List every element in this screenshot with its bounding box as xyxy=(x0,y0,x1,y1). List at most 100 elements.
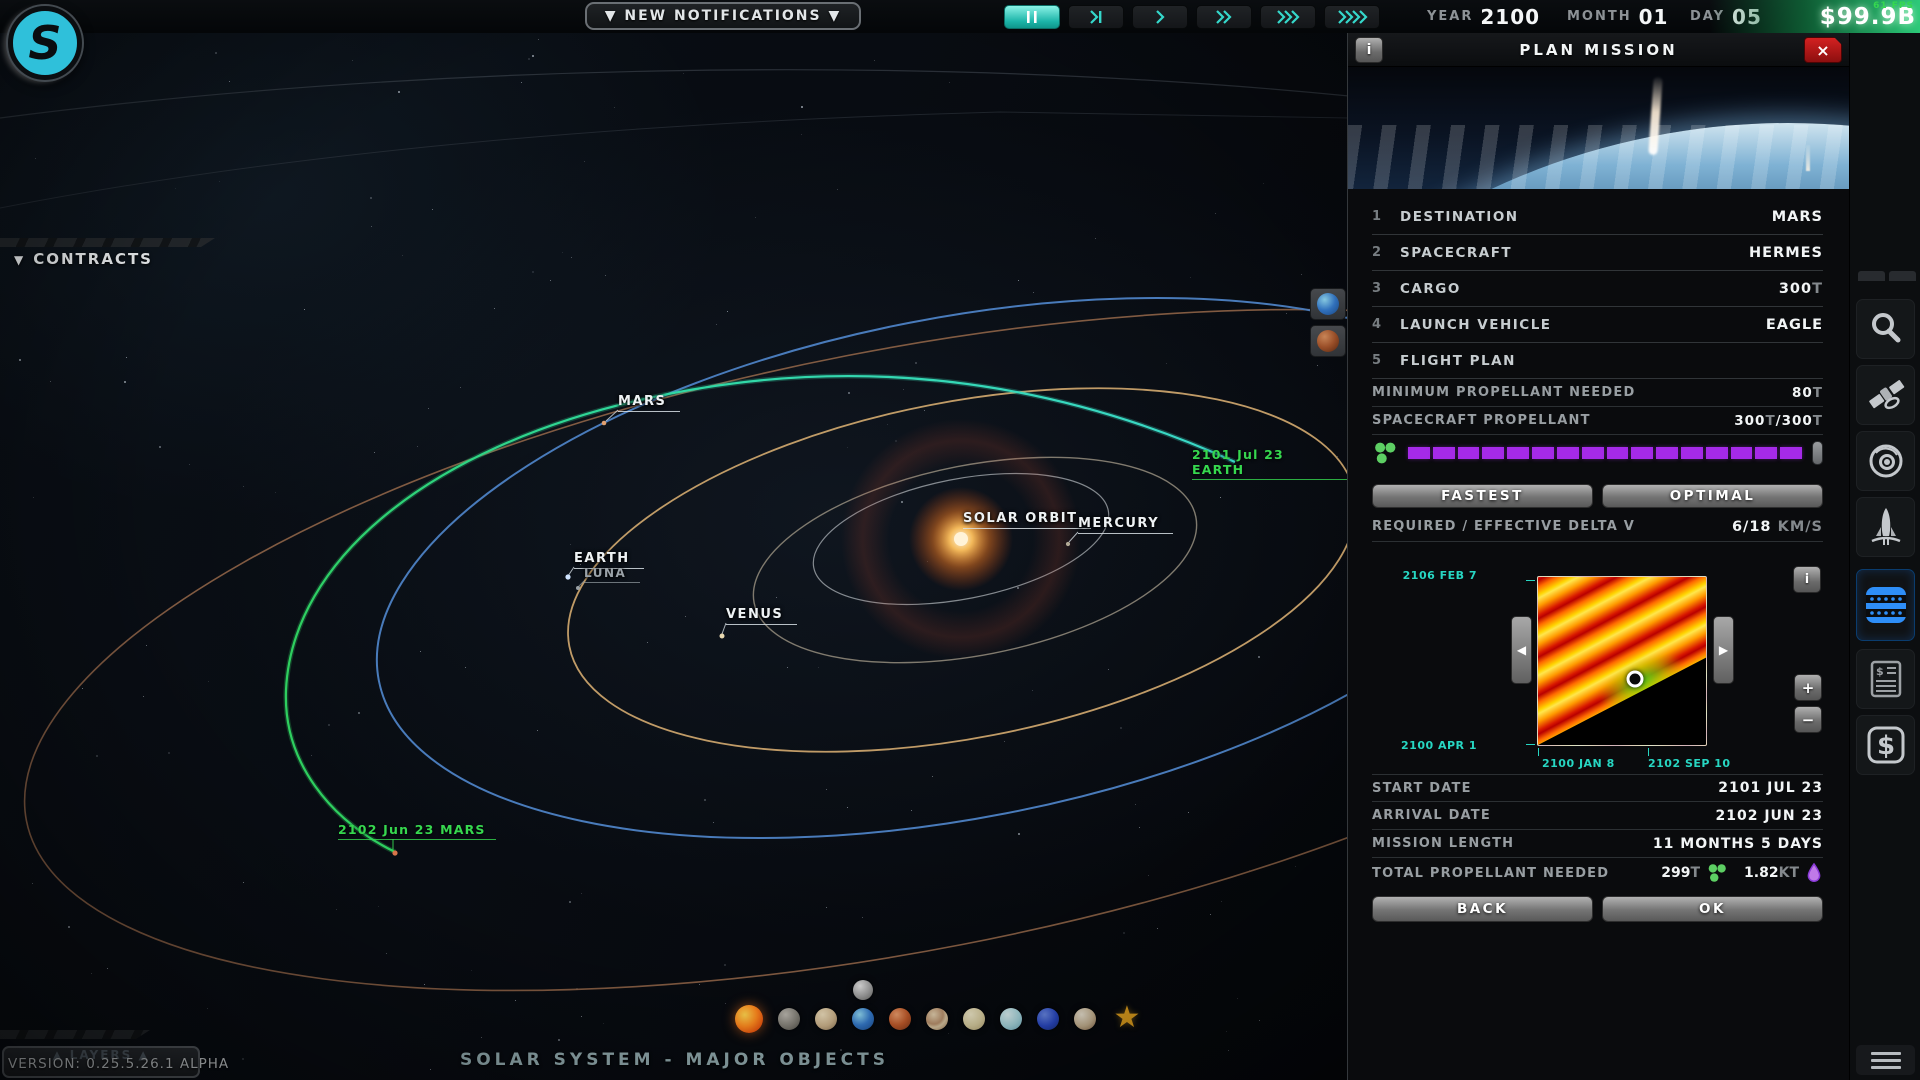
right-sidebar: $ $ xyxy=(1849,33,1920,1080)
close-icon: × xyxy=(1816,40,1830,60)
porkchop-xmax-label: 2102 SEP 10 xyxy=(1648,757,1731,770)
satellite-icon xyxy=(1868,380,1904,410)
sidebar-item-rocket[interactable] xyxy=(1856,497,1915,557)
sidebar-item-stages[interactable] xyxy=(1856,569,1915,641)
hamburger-icon xyxy=(1870,1051,1901,1055)
speed-3-button[interactable] xyxy=(1260,5,1316,29)
stages-icon xyxy=(1865,587,1906,623)
sidebar-item-orbits[interactable] xyxy=(1856,431,1915,491)
planet-bar-item-neptune[interactable] xyxy=(1037,1008,1059,1030)
back-button[interactable]: BACK xyxy=(1372,896,1593,922)
porkchop-prev-button[interactable]: ◀ xyxy=(1511,616,1532,684)
info-icon: i xyxy=(1804,572,1810,587)
step-cargo[interactable]: 3 CARGO 300T xyxy=(1372,271,1823,307)
speed-2-icon xyxy=(1216,10,1232,24)
speed-4-button[interactable] xyxy=(1324,5,1380,29)
planet-bar-item-earth[interactable] xyxy=(852,980,874,1030)
earth-thumbnail-button[interactable] xyxy=(1310,288,1346,320)
version-text: VERSION: 0.25.5.26.1 ALPHA xyxy=(8,1056,230,1072)
planet-bar: ★ xyxy=(735,980,1143,1035)
propellant-slider[interactable] xyxy=(1408,445,1802,461)
search-icon xyxy=(1871,313,1900,343)
porkchop-xmin-label: 2100 JAN 8 xyxy=(1542,757,1615,770)
step-button[interactable] xyxy=(1068,5,1124,29)
mission-hero-image xyxy=(1348,67,1849,189)
close-button[interactable]: × xyxy=(1804,37,1842,63)
planet-bar-item-jupiter[interactable] xyxy=(926,1008,948,1030)
earth-icon xyxy=(1317,293,1339,315)
map-label-mars[interactable]: MARS xyxy=(618,394,681,412)
finance-report-icon: $ xyxy=(1870,660,1901,698)
svg-text:$: $ xyxy=(1876,665,1884,678)
map-label-mercury[interactable]: MERCURY xyxy=(1078,516,1174,534)
step-flight-plan[interactable]: 5 FLIGHT PLAN xyxy=(1372,343,1823,379)
departure-annotation: 2101 Jul 23 EARTH xyxy=(1192,447,1349,480)
planet-bar-item-saturn[interactable] xyxy=(963,1008,985,1030)
total-propellant-row: TOTAL PROPELLANT NEEDED 299T 1.82KT xyxy=(1372,858,1823,888)
svg-text:$: $ xyxy=(1877,731,1895,761)
planet-bar-item-moon[interactable] xyxy=(853,980,873,1000)
optimal-button[interactable]: OPTIMAL xyxy=(1602,484,1823,508)
ok-button[interactable]: OK xyxy=(1602,896,1823,922)
pause-button[interactable] xyxy=(1004,5,1060,29)
porkchop-plot[interactable] xyxy=(1537,576,1707,746)
fps-counter: 61 FPS xyxy=(1873,1,1914,11)
planet-bar-item-uranus[interactable] xyxy=(1000,1008,1022,1030)
porkchop-info-button[interactable]: i xyxy=(1793,566,1821,593)
porkchop-next-button[interactable]: ▶ xyxy=(1713,616,1734,684)
contracts-label: CONTRACTS xyxy=(33,250,153,268)
selected-transfer-marker[interactable] xyxy=(1626,670,1644,688)
fastest-button[interactable]: FASTEST xyxy=(1372,484,1593,508)
porkchop-section: 2106 FEB 7 2100 APR 1 2100 JAN 8 2102 SE… xyxy=(1372,550,1823,774)
speed-4-icon xyxy=(1338,10,1368,24)
propellant-icon xyxy=(1708,864,1726,882)
orbit-lines xyxy=(0,69,1349,992)
step-launch-vehicle[interactable]: 4 LAUNCH VEHICLE EAGLE xyxy=(1372,307,1823,343)
planet-bar-item-star[interactable]: ★ xyxy=(1111,1003,1143,1035)
map-label-solar-orbit[interactable]: SOLAR ORBIT xyxy=(963,511,1092,529)
game-screen: MARS EARTH LUNA VENUS SOLAR ORBIT MERCUR… xyxy=(0,0,1920,1080)
panel-body: 1 DESTINATION MARS 2 SPACECRAFT HERMES 3… xyxy=(1348,189,1849,922)
porkchop-ymin-label: 2100 APR 1 xyxy=(1401,739,1477,752)
sidebar-tabs xyxy=(1858,271,1916,281)
sidebar-tab-2[interactable] xyxy=(1889,271,1916,281)
game-logo[interactable]: S xyxy=(8,6,82,80)
arrival-date-row: ARRIVAL DATE 2102 JUN 23 xyxy=(1372,802,1823,830)
sidebar-item-currency[interactable]: $ xyxy=(1856,715,1915,775)
play-button[interactable] xyxy=(1132,5,1188,29)
porkchop-zoom-in-button[interactable]: + xyxy=(1794,674,1822,701)
step-destination[interactable]: 1 DESTINATION MARS xyxy=(1372,199,1823,235)
map-label-venus[interactable]: VENUS xyxy=(726,607,798,625)
time-controls xyxy=(1004,5,1380,29)
planet-bar-item-mercury[interactable] xyxy=(778,1008,800,1030)
year-display: YEAR 2100 xyxy=(1427,4,1541,29)
map-label-luna[interactable]: LUNA xyxy=(584,566,641,583)
propellant-slider-handle[interactable] xyxy=(1812,441,1823,465)
decorative-stripe-top xyxy=(0,238,215,247)
rocket-icon xyxy=(1871,508,1900,545)
speed-3-icon xyxy=(1277,10,1300,24)
menu-button[interactable] xyxy=(1856,1045,1915,1075)
planet-bar-item-pluto[interactable] xyxy=(1074,1008,1096,1030)
contracts-header[interactable]: ▼ CONTRACTS xyxy=(14,250,153,268)
solar-system-map[interactable]: MARS EARTH LUNA VENUS SOLAR ORBIT MERCUR… xyxy=(0,0,1349,1080)
sidebar-item-finance-report[interactable]: $ xyxy=(1856,649,1915,709)
decorative-stripe-bottom xyxy=(0,1030,150,1039)
chevron-down-icon: ▼ xyxy=(14,253,26,267)
info-button[interactable]: i xyxy=(1355,37,1383,63)
sidebar-item-satellite[interactable] xyxy=(1856,365,1915,425)
sidebar-item-search[interactable] xyxy=(1856,299,1915,359)
sidebar-tab-1[interactable] xyxy=(1858,271,1885,281)
speed-2-button[interactable] xyxy=(1196,5,1252,29)
planet-bar-item-sun[interactable] xyxy=(735,1005,763,1033)
step-spacecraft[interactable]: 2 SPACECRAFT HERMES xyxy=(1372,235,1823,271)
notifications-button[interactable]: ▼ NEW NOTIFICATIONS ▼ xyxy=(585,2,861,30)
left-arrow-icon: ◀ xyxy=(1516,643,1527,657)
planet-bar-item-mars[interactable] xyxy=(889,1008,911,1030)
minus-icon: − xyxy=(1801,710,1815,729)
mars-thumbnail-button[interactable] xyxy=(1310,325,1346,357)
fuel-droplet-icon xyxy=(1807,862,1821,882)
porkchop-zoom-out-button[interactable]: − xyxy=(1794,706,1822,733)
top-bar: ▼ NEW NOTIFICATIONS ▼ YEAR 2100 MONTH 01… xyxy=(0,0,1920,33)
planet-bar-item-venus[interactable] xyxy=(815,1008,837,1030)
